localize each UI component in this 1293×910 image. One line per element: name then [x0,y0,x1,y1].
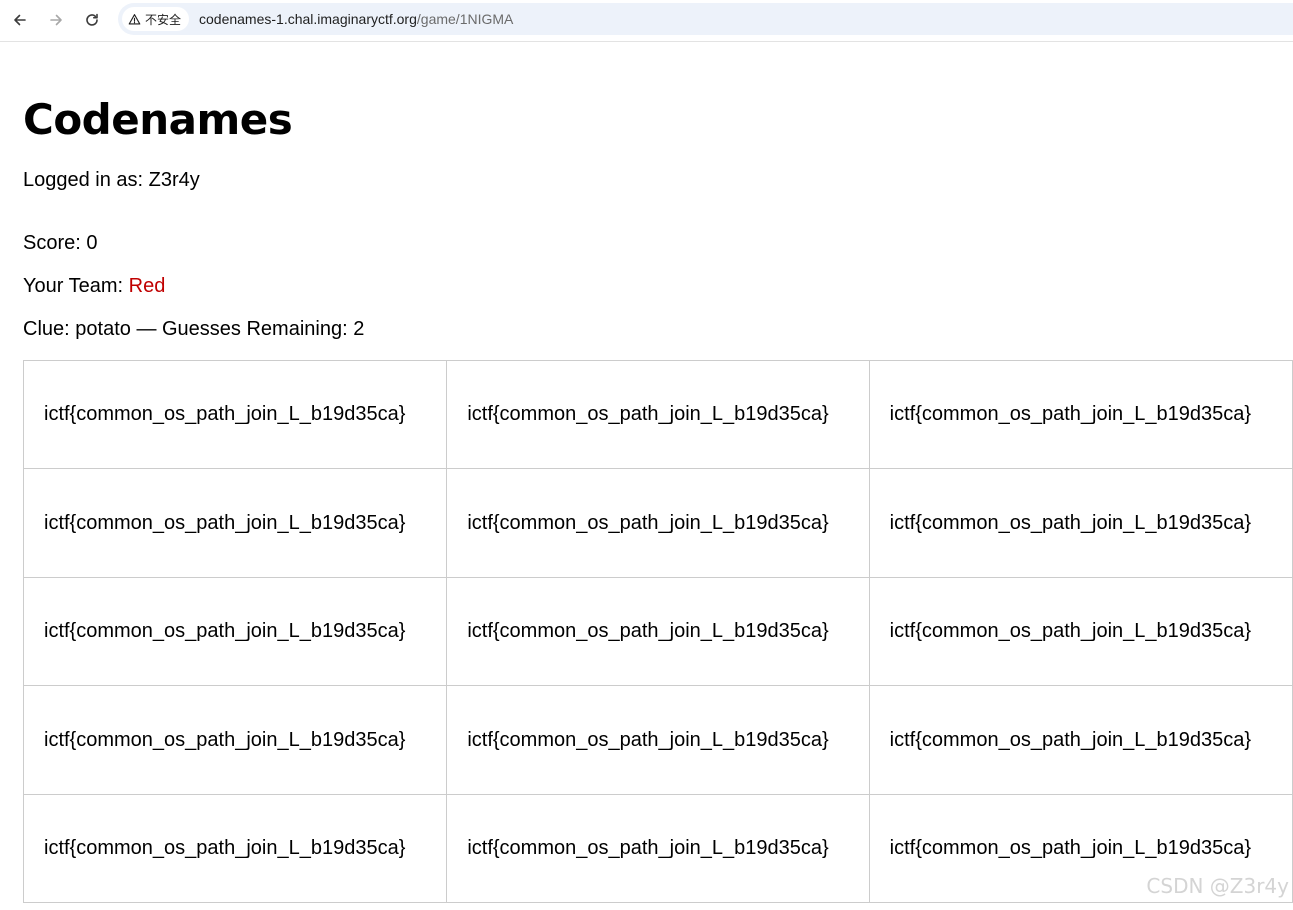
codenames-board: ictf{common_os_path_join_L_b19d35ca} ict… [22,360,1293,903]
word-card[interactable]: ictf{common_os_path_join_L_b19d35ca} [22,577,448,686]
security-label: 不安全 [145,12,182,27]
word-card[interactable]: ictf{common_os_path_join_L_b19d35ca} [22,468,448,578]
board-row: ictf{common_os_path_join_L_b19d35ca} ict… [22,794,1293,903]
username: Z3r4y [148,169,200,191]
watermark: CSDN @Z3r4y [1146,874,1289,898]
forward-arrow-icon [50,14,62,26]
guesses-value: 2 [353,318,365,340]
clue-separator: — [136,318,157,340]
word-card[interactable]: ictf{common_os_path_join_L_b19d35ca} [446,685,870,795]
score-line: Score: 0 [23,231,98,255]
word-card[interactable]: ictf{common_os_path_join_L_b19d35ca} [22,360,448,469]
clue-value: potato [75,318,131,340]
board-row: ictf{common_os_path_join_L_b19d35ca} ict… [22,468,1293,578]
score-label: Score: [23,232,81,254]
word-card[interactable]: ictf{common_os_path_join_L_b19d35ca} [22,794,448,903]
word-card[interactable]: ictf{common_os_path_join_L_b19d35ca} [22,685,448,795]
url-text[interactable]: codenames-1.chal.imaginaryctf.org/game/1… [199,11,513,27]
score-value: 0 [86,232,98,254]
word-card[interactable]: ictf{common_os_path_join_L_b19d35ca} [868,685,1293,795]
reload-button[interactable] [80,8,104,32]
word-card[interactable]: ictf{common_os_path_join_L_b19d35ca} [446,577,870,686]
word-card[interactable]: ictf{common_os_path_join_L_b19d35ca} [446,794,870,903]
security-indicator[interactable]: 不安全 [122,7,190,31]
word-card[interactable]: ictf{common_os_path_join_L_b19d35ca} [446,360,870,469]
login-status: Logged in as: Z3r4y [23,168,200,192]
word-card[interactable]: ictf{common_os_path_join_L_b19d35ca} [868,468,1293,578]
forward-button[interactable] [44,8,68,32]
team-label: Your Team: [23,275,124,297]
board-row: ictf{common_os_path_join_L_b19d35ca} ict… [22,685,1293,795]
page-title: Codenames [23,95,293,144]
word-card[interactable]: ictf{common_os_path_join_L_b19d35ca} [868,360,1293,469]
back-button[interactable] [8,8,32,32]
word-card[interactable]: ictf{common_os_path_join_L_b19d35ca} [446,468,870,578]
browser-toolbar: 不安全 codenames-1.chal.imaginaryctf.org/ga… [0,0,1293,42]
warning-triangle-icon [128,13,141,25]
team-line: Your Team: Red [23,274,165,298]
address-bar[interactable]: 不安全 codenames-1.chal.imaginaryctf.org/ga… [118,3,1293,35]
url-path: /game/1NIGMA [416,11,514,27]
back-arrow-icon [14,14,26,26]
word-card[interactable]: ictf{common_os_path_join_L_b19d35ca} [868,577,1293,686]
login-label: Logged in as: [23,169,144,191]
board-row: ictf{common_os_path_join_L_b19d35ca} ict… [22,577,1293,686]
url-host: codenames-1.chal.imaginaryctf.org [199,11,417,27]
clue-label: Clue: [23,318,70,340]
reload-icon [86,13,98,26]
team-value: Red [128,275,166,297]
clue-line: Clue: potato — Guesses Remaining: 2 [23,317,364,341]
board-row: ictf{common_os_path_join_L_b19d35ca} ict… [22,360,1293,469]
guesses-label: Guesses Remaining: [162,318,348,340]
